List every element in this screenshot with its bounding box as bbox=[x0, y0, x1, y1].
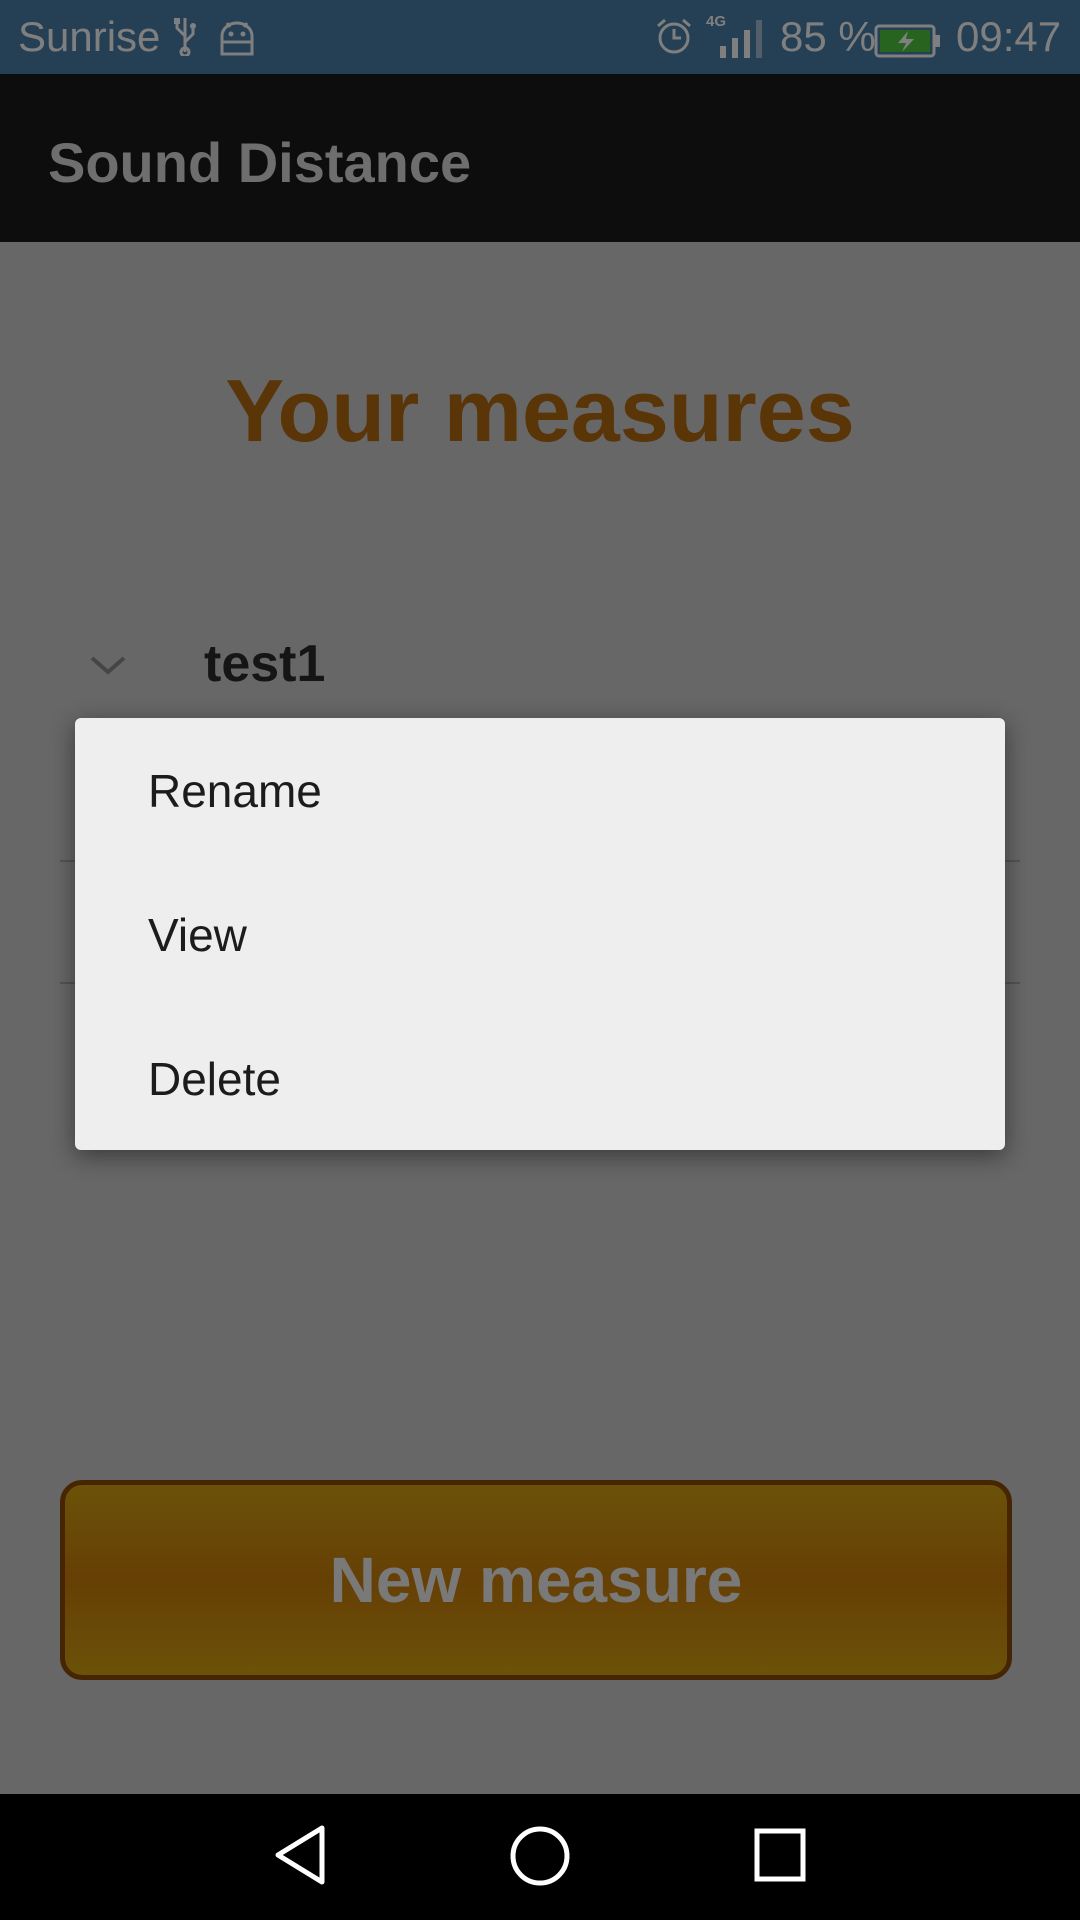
menu-item-rename[interactable]: Rename bbox=[75, 718, 1005, 862]
recents-icon[interactable] bbox=[754, 1828, 806, 1887]
back-icon[interactable] bbox=[272, 1824, 328, 1891]
navigation-bar bbox=[0, 1794, 1080, 1920]
context-menu: Rename View Delete bbox=[75, 718, 1005, 1150]
home-icon[interactable] bbox=[508, 1824, 572, 1893]
menu-item-delete[interactable]: Delete bbox=[75, 1006, 1005, 1150]
menu-item-label: Delete bbox=[148, 1053, 281, 1105]
menu-item-view[interactable]: View bbox=[75, 862, 1005, 1006]
menu-item-label: View bbox=[148, 909, 247, 961]
menu-item-label: Rename bbox=[148, 765, 322, 817]
